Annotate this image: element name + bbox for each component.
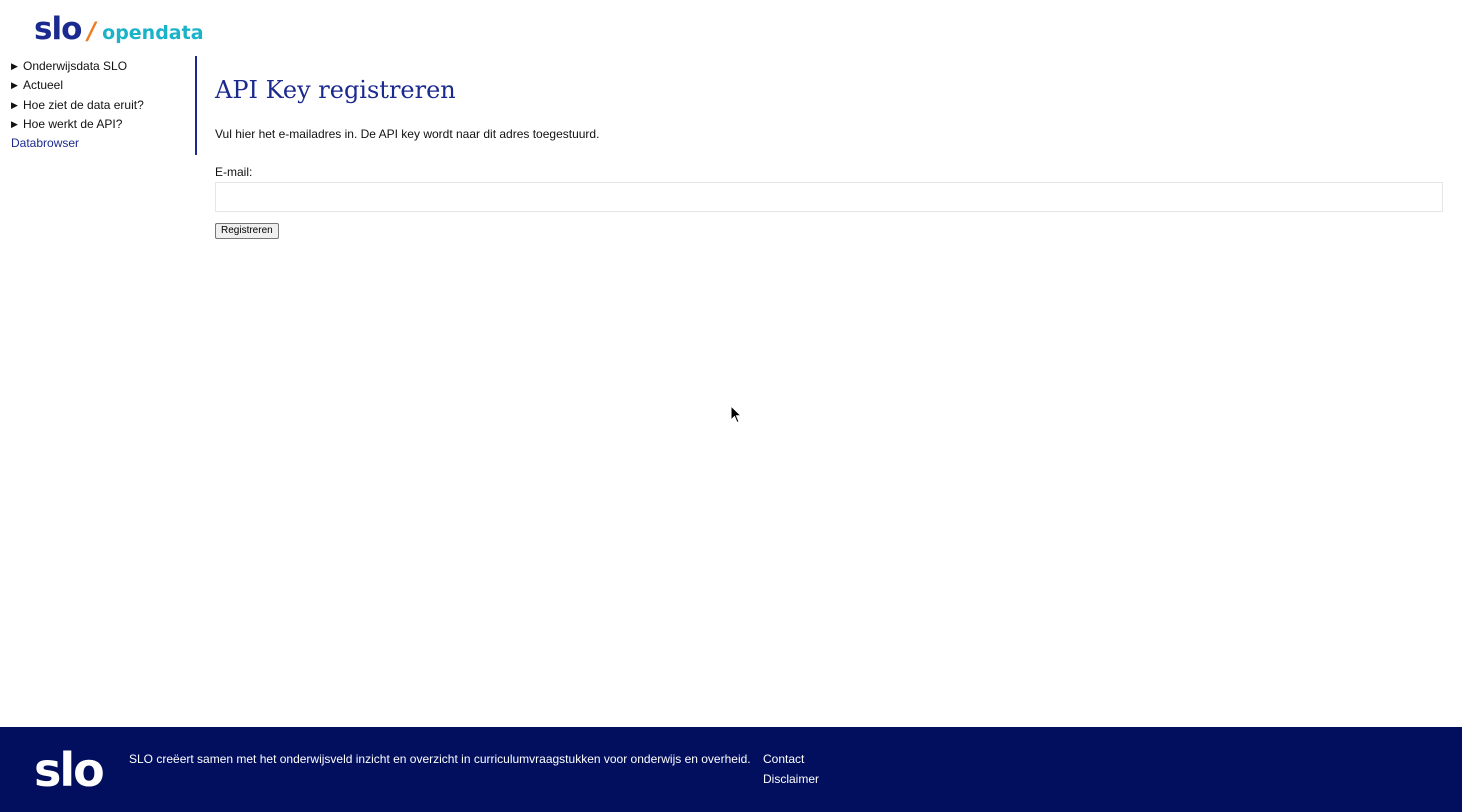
footer-links: Contact Disclaimer (763, 751, 819, 791)
sidebar-item-databrowser[interactable]: Databrowser (11, 135, 79, 151)
triangle-right-icon: ▶ (11, 80, 18, 90)
sidebar-item-data[interactable]: ▶ Hoe ziet de data eruit? (11, 97, 144, 113)
sidebar-nav: ▶ Onderwijsdata SLO ▶ Actueel ▶ Hoe ziet de… (0, 56, 197, 155)
page: slo / opendata ▶ Onderwijsdata SLO ▶ Actue… (0, 0, 1462, 812)
sidebar-item-onderwijsdata[interactable]: ▶ Onderwijsdata SLO (11, 58, 127, 74)
sidebar-item-label: Hoe werkt de API? (23, 117, 123, 131)
footer-logo: slo (34, 743, 105, 797)
logo-brand: slo (34, 11, 82, 47)
site-footer: slo SLO creëert samen met het onderwijsv… (0, 727, 1462, 812)
sidebar-item-label: Actueel (23, 78, 64, 92)
logo-separator: / (84, 17, 99, 45)
site-logo[interactable]: slo / opendata (34, 12, 204, 46)
triangle-right-icon: ▶ (11, 100, 18, 110)
sidebar-item-api[interactable]: ▶ Hoe werkt de API? (11, 116, 122, 132)
triangle-right-icon: ▶ (11, 119, 18, 129)
footer-tagline: SLO creëert samen met het onderwijsveld … (129, 752, 751, 766)
mouse-pointer-icon (730, 405, 743, 424)
footer-link-disclaimer[interactable]: Disclaimer (763, 771, 819, 787)
footer-link-contact[interactable]: Contact (763, 751, 819, 767)
intro-text: Vul hier het e-mailadres in. De API key … (215, 127, 600, 141)
email-label: E-mail: (215, 165, 253, 179)
sidebar-item-actueel[interactable]: ▶ Actueel (11, 77, 63, 93)
triangle-right-icon: ▶ (11, 61, 18, 71)
sidebar-item-label: Onderwijsdata SLO (23, 59, 128, 73)
sidebar-item-label: Hoe ziet de data eruit? (23, 98, 144, 112)
email-field[interactable] (215, 182, 1443, 212)
page-title: API Key registreren (215, 76, 456, 104)
logo-product: opendata (102, 22, 204, 44)
register-button[interactable]: Registreren (215, 223, 279, 239)
sidebar-link-databrowser[interactable]: Databrowser (11, 136, 79, 150)
